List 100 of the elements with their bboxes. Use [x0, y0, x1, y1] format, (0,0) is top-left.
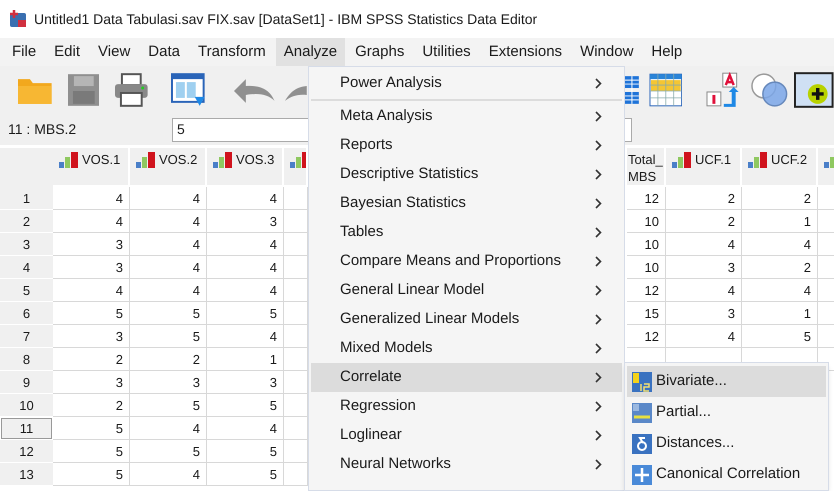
menu-item[interactable]: Meta Analysis — [311, 102, 622, 131]
table-cell: 1 — [742, 302, 818, 325]
chevron-icon — [595, 140, 602, 151]
table-cell: 4 — [666, 325, 742, 348]
menu-item[interactable]: Mixed Models — [311, 334, 622, 363]
dialog-window-icon[interactable] — [170, 73, 207, 107]
scale-measure-icon — [672, 152, 692, 168]
plus-icon — [632, 464, 652, 484]
table-cell: 12 — [627, 187, 666, 210]
save-icon[interactable] — [68, 74, 100, 106]
undo-icon[interactable] — [232, 77, 276, 103]
table-cell: 5 — [53, 302, 130, 325]
row-number[interactable]: 8 — [0, 348, 53, 371]
table-cell: 3 — [53, 233, 130, 256]
table-cell: 5 — [53, 463, 130, 486]
menu-item[interactable]: Generalized Linear Models — [311, 305, 622, 334]
menu-item[interactable]: Loglinear — [311, 421, 622, 450]
table-cell: 5 — [207, 394, 284, 417]
table-cell: 5 — [207, 440, 284, 463]
submenu-item[interactable]: Canonical Correlation — [627, 459, 826, 490]
scale-measure-icon — [59, 152, 79, 168]
column-name: UCF.1 — [695, 151, 732, 168]
menu-item[interactable]: Bayesian Statistics — [311, 189, 622, 218]
column-header[interactable]: UCF.2 — [742, 148, 818, 187]
table-cell: 10 — [627, 210, 666, 233]
submenu-item[interactable]: Partial... — [627, 397, 826, 428]
table-cell: 4 — [207, 233, 284, 256]
menu-bar-item[interactable]: Help — [643, 38, 690, 66]
add-on-icon[interactable] — [794, 72, 834, 108]
row-number[interactable]: 11 — [1, 418, 52, 439]
row-number[interactable]: 6 — [0, 302, 53, 325]
menu-item[interactable]: Compare Means and Proportions — [311, 247, 622, 276]
chevron-icon — [595, 459, 602, 470]
menu-item[interactable]: Reports — [311, 131, 622, 160]
chevron-icon — [595, 169, 602, 180]
table-cell: 5 — [207, 302, 284, 325]
table-cell: 1 — [207, 348, 284, 371]
table-icon[interactable] — [648, 73, 682, 107]
menu-bar-item[interactable]: Graphs — [347, 38, 412, 66]
app-icon — [8, 9, 28, 29]
table-cell: 4 — [53, 279, 130, 302]
row-number[interactable]: 4 — [0, 256, 53, 279]
menu-bar-item[interactable]: File — [4, 38, 44, 66]
submenu-item[interactable]: Bivariate... — [627, 366, 826, 397]
table-cell: 3 — [666, 302, 742, 325]
menu-bar-item[interactable]: Edit — [46, 38, 88, 66]
menu-bar-item[interactable]: View — [90, 38, 138, 66]
row-number[interactable]: 1 — [0, 187, 53, 210]
menu-bar-item[interactable]: Window — [572, 38, 642, 66]
row-number[interactable]: 5 — [0, 279, 53, 302]
table-cell: 2 — [742, 187, 818, 210]
column-header[interactable]: VOS.1 — [53, 148, 130, 187]
table-cell: 3 — [666, 256, 742, 279]
chevron-icon — [595, 198, 602, 209]
table-cell: 2 — [666, 187, 742, 210]
table-cell: 15 — [627, 302, 666, 325]
menu-item[interactable]: Descriptive Statistics — [311, 160, 622, 189]
table-cell: 4 — [666, 279, 742, 302]
row-number[interactable]: 2 — [0, 210, 53, 233]
row-number[interactable]: 13 — [0, 463, 53, 486]
table-cell: 2 — [130, 348, 207, 371]
table-cell: 4 — [130, 256, 207, 279]
menu-bar-item[interactable]: Data — [140, 38, 188, 66]
table-cell: 5 — [53, 417, 130, 440]
table-cell: 5 — [130, 302, 207, 325]
bivariate-icon — [632, 372, 652, 392]
column-name: VOS.3 — [236, 151, 274, 168]
row-number[interactable]: 10 — [0, 394, 53, 417]
table-cell: 12 — [627, 279, 666, 302]
menu-item[interactable]: Neural Networks — [311, 450, 622, 479]
menu-item[interactable]: Correlate — [311, 363, 622, 392]
table-cell: 2 — [666, 210, 742, 233]
menu-bar-item[interactable]: Extensions — [480, 38, 570, 66]
column-header[interactable] — [284, 148, 308, 187]
table-cell: 3 — [53, 325, 130, 348]
column-name: VOS.1 — [82, 151, 120, 168]
menu-bar-item[interactable]: Utilities — [414, 38, 479, 66]
circles-icon[interactable] — [750, 72, 790, 108]
table-cell: 4 — [207, 325, 284, 348]
menu-bar-item[interactable]: Transform — [190, 38, 274, 66]
row-number[interactable]: 9 — [0, 371, 53, 394]
row-number[interactable]: 12 — [0, 440, 53, 463]
menu-item[interactable]: General Linear Model — [311, 276, 622, 305]
menu-bar-item[interactable]: Analyze — [276, 38, 346, 66]
menu-item[interactable]: Regression — [311, 392, 622, 421]
table-cell: 4 — [207, 256, 284, 279]
column-header[interactable]: UCF.1 — [666, 148, 742, 187]
table-cell: 4 — [53, 187, 130, 210]
column-header[interactable]: VOS.3 — [207, 148, 284, 187]
printer-icon[interactable] — [114, 73, 149, 107]
row-number[interactable]: 7 — [0, 325, 53, 348]
table-cell: 4 — [207, 279, 284, 302]
column-header[interactable]: VOS.2 — [130, 148, 207, 187]
row-number[interactable]: 3 — [0, 233, 53, 256]
chevron-icon — [595, 256, 602, 267]
scale-measure-icon — [748, 152, 768, 168]
chevron-icon — [595, 401, 602, 412]
menu-item[interactable]: Tables — [311, 218, 622, 247]
table-cell: 5 — [130, 440, 207, 463]
submenu-item[interactable]: Distances... — [627, 428, 826, 459]
